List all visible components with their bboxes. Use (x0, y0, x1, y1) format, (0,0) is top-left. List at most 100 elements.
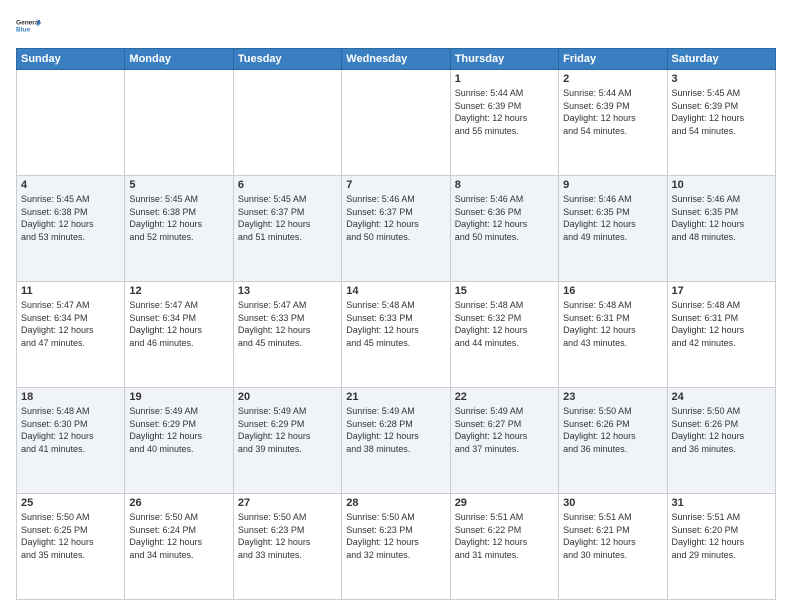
calendar-cell: 12 Sunrise: 5:47 AM Sunset: 6:34 PM Dayli… (125, 282, 233, 388)
calendar-week-5: 25Sunrise: 5:50 AM Sunset: 6:25 PM Dayli… (17, 494, 776, 600)
day-info: Sunrise: 5:44 AM Sunset: 6:39 PM Dayligh… (455, 87, 554, 137)
calendar-cell: 1 Sunrise: 5:44 AM Sunset: 6:39 PM Daylig… (450, 70, 558, 176)
day-info: Sunrise: 5:45 AM Sunset: 6:38 PM Dayligh… (21, 193, 120, 243)
day-number: 15 (455, 285, 554, 297)
day-number: 7 (346, 179, 445, 191)
calendar-table: SundayMondayTuesdayWednesdayThursdayFrid… (16, 48, 776, 600)
day-number: 20 (238, 391, 337, 403)
day-info: Sunrise: 5:46 AM Sunset: 6:36 PM Dayligh… (455, 193, 554, 243)
day-number: 11 (21, 285, 120, 297)
calendar-cell: 31 Sunrise: 5:51 AM Sunset: 6:20 PM Dayli… (667, 494, 775, 600)
calendar-body: 1 Sunrise: 5:44 AM Sunset: 6:39 PM Daylig… (17, 70, 776, 600)
day-number: 21 (346, 391, 445, 403)
day-number: 2 (563, 73, 662, 85)
day-number: 23 (563, 391, 662, 403)
calendar-cell: 3 Sunrise: 5:45 AM Sunset: 6:39 PM Daylig… (667, 70, 775, 176)
calendar-cell: 5 Sunrise: 5:45 AM Sunset: 6:38 PM Daylig… (125, 176, 233, 282)
day-number: 9 (563, 179, 662, 191)
col-header-tuesday: Tuesday (233, 49, 341, 70)
day-info: Sunrise: 5:47 AM Sunset: 6:34 PM Dayligh… (129, 299, 228, 349)
day-number: 12 (129, 285, 228, 297)
logo-icon: GeneralBlue (16, 12, 44, 40)
day-info: Sunrise: 5:48 AM Sunset: 6:31 PM Dayligh… (672, 299, 771, 349)
day-number: 26 (129, 497, 228, 509)
calendar-cell: 20Sunrise: 5:49 AM Sunset: 6:29 PM Dayli… (233, 388, 341, 494)
calendar-cell: 4 Sunrise: 5:45 AM Sunset: 6:38 PM Daylig… (17, 176, 125, 282)
day-number: 31 (672, 497, 771, 509)
day-info: Sunrise: 5:47 AM Sunset: 6:34 PM Dayligh… (21, 299, 120, 349)
calendar-cell (342, 70, 450, 176)
calendar-cell: 22 Sunrise: 5:49 AM Sunset: 6:27 PM Dayli… (450, 388, 558, 494)
calendar-cell (233, 70, 341, 176)
logo: GeneralBlue (16, 12, 44, 40)
day-info: Sunrise: 5:51 AM Sunset: 6:20 PM Dayligh… (672, 511, 771, 561)
page: GeneralBlue SundayMondayTuesdayWednesday… (0, 0, 792, 612)
day-number: 1 (455, 73, 554, 85)
day-number: 30 (563, 497, 662, 509)
day-info: Sunrise: 5:45 AM Sunset: 6:39 PM Dayligh… (672, 87, 771, 137)
calendar-cell: 2 Sunrise: 5:44 AM Sunset: 6:39 PM Daylig… (559, 70, 667, 176)
day-info: Sunrise: 5:45 AM Sunset: 6:37 PM Dayligh… (238, 193, 337, 243)
day-number: 16 (563, 285, 662, 297)
day-info: Sunrise: 5:44 AM Sunset: 6:39 PM Dayligh… (563, 87, 662, 137)
calendar-week-4: 18 Sunrise: 5:48 AM Sunset: 6:30 PM Dayli… (17, 388, 776, 494)
day-info: Sunrise: 5:50 AM Sunset: 6:24 PM Dayligh… (129, 511, 228, 561)
calendar-cell: 7 Sunrise: 5:46 AM Sunset: 6:37 PM Daylig… (342, 176, 450, 282)
day-number: 3 (672, 73, 771, 85)
col-header-sunday: Sunday (17, 49, 125, 70)
day-info: Sunrise: 5:51 AM Sunset: 6:22 PM Dayligh… (455, 511, 554, 561)
day-info: Sunrise: 5:49 AM Sunset: 6:29 PM Dayligh… (129, 405, 228, 455)
day-info: Sunrise: 5:46 AM Sunset: 6:37 PM Dayligh… (346, 193, 445, 243)
day-info: Sunrise: 5:49 AM Sunset: 6:27 PM Dayligh… (455, 405, 554, 455)
calendar-cell: 10 Sunrise: 5:46 AM Sunset: 6:35 PM Dayli… (667, 176, 775, 282)
day-number: 25 (21, 497, 120, 509)
calendar-cell: 24Sunrise: 5:50 AM Sunset: 6:26 PM Dayli… (667, 388, 775, 494)
svg-text:General: General (16, 20, 40, 27)
calendar-cell: 17Sunrise: 5:48 AM Sunset: 6:31 PM Dayli… (667, 282, 775, 388)
col-header-thursday: Thursday (450, 49, 558, 70)
col-header-wednesday: Wednesday (342, 49, 450, 70)
col-header-friday: Friday (559, 49, 667, 70)
svg-text:Blue: Blue (16, 27, 30, 34)
day-info: Sunrise: 5:50 AM Sunset: 6:23 PM Dayligh… (238, 511, 337, 561)
day-number: 4 (21, 179, 120, 191)
calendar-week-1: 1 Sunrise: 5:44 AM Sunset: 6:39 PM Daylig… (17, 70, 776, 176)
calendar-cell: 9 Sunrise: 5:46 AM Sunset: 6:35 PM Daylig… (559, 176, 667, 282)
calendar-cell: 21 Sunrise: 5:49 AM Sunset: 6:28 PM Dayli… (342, 388, 450, 494)
calendar-cell: 6 Sunrise: 5:45 AM Sunset: 6:37 PM Daylig… (233, 176, 341, 282)
day-number: 13 (238, 285, 337, 297)
calendar-cell: 18 Sunrise: 5:48 AM Sunset: 6:30 PM Dayli… (17, 388, 125, 494)
calendar-cell: 23 Sunrise: 5:50 AM Sunset: 6:26 PM Dayli… (559, 388, 667, 494)
calendar-cell: 15 Sunrise: 5:48 AM Sunset: 6:32 PM Dayli… (450, 282, 558, 388)
day-number: 22 (455, 391, 554, 403)
day-number: 10 (672, 179, 771, 191)
calendar-cell: 25Sunrise: 5:50 AM Sunset: 6:25 PM Dayli… (17, 494, 125, 600)
day-info: Sunrise: 5:46 AM Sunset: 6:35 PM Dayligh… (672, 193, 771, 243)
day-info: Sunrise: 5:48 AM Sunset: 6:30 PM Dayligh… (21, 405, 120, 455)
day-info: Sunrise: 5:46 AM Sunset: 6:35 PM Dayligh… (563, 193, 662, 243)
day-number: 5 (129, 179, 228, 191)
day-info: Sunrise: 5:48 AM Sunset: 6:31 PM Dayligh… (563, 299, 662, 349)
calendar-week-3: 11 Sunrise: 5:47 AM Sunset: 6:34 PM Dayli… (17, 282, 776, 388)
day-number: 18 (21, 391, 120, 403)
day-info: Sunrise: 5:47 AM Sunset: 6:33 PM Dayligh… (238, 299, 337, 349)
calendar-cell: 11 Sunrise: 5:47 AM Sunset: 6:34 PM Dayli… (17, 282, 125, 388)
calendar-cell: 26 Sunrise: 5:50 AM Sunset: 6:24 PM Dayli… (125, 494, 233, 600)
calendar-header-row: SundayMondayTuesdayWednesdayThursdayFrid… (17, 49, 776, 70)
calendar-cell: 28Sunrise: 5:50 AM Sunset: 6:23 PM Dayli… (342, 494, 450, 600)
day-number: 24 (672, 391, 771, 403)
day-number: 29 (455, 497, 554, 509)
day-number: 14 (346, 285, 445, 297)
calendar-cell (125, 70, 233, 176)
calendar-cell (17, 70, 125, 176)
day-number: 6 (238, 179, 337, 191)
day-info: Sunrise: 5:51 AM Sunset: 6:21 PM Dayligh… (563, 511, 662, 561)
day-info: Sunrise: 5:45 AM Sunset: 6:38 PM Dayligh… (129, 193, 228, 243)
day-number: 8 (455, 179, 554, 191)
day-number: 19 (129, 391, 228, 403)
day-info: Sunrise: 5:50 AM Sunset: 6:26 PM Dayligh… (563, 405, 662, 455)
day-info: Sunrise: 5:49 AM Sunset: 6:28 PM Dayligh… (346, 405, 445, 455)
col-header-saturday: Saturday (667, 49, 775, 70)
day-info: Sunrise: 5:48 AM Sunset: 6:32 PM Dayligh… (455, 299, 554, 349)
day-number: 28 (346, 497, 445, 509)
